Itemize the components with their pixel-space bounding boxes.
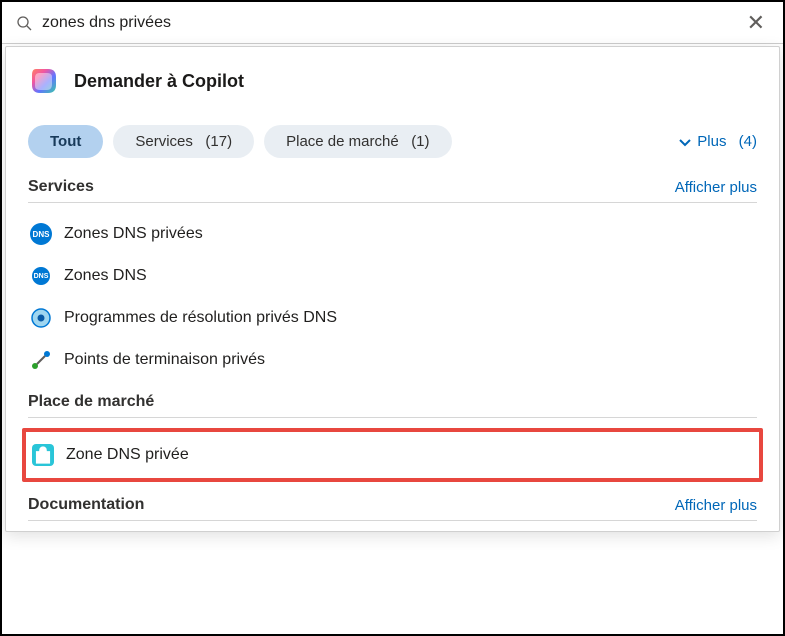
tab-marketplace-label: Place de marché [286,133,399,150]
service-item-dns-resolvers[interactable]: Programmes de résolution privés DNS [28,297,757,339]
tab-services-count: (17) [205,133,232,150]
tab-marketplace-count: (1) [411,133,429,150]
dns-icon: DNS [30,265,52,287]
filter-tabs: Tout Services (17) Place de marché (1) P… [6,111,779,166]
section-marketplace: Place de marché Zone DNS privée [6,381,779,482]
search-results-panel: Demander à Copilot Tout Services (17) Pl… [5,46,780,532]
tab-all[interactable]: Tout [28,125,103,158]
highlighted-result: Zone DNS privée [22,428,763,482]
section-services-header: Services Afficher plus [28,178,757,203]
search-bar: ✕ [2,2,783,44]
section-documentation-header: Documentation Afficher plus [28,496,757,521]
tabs-more-count: (4) [739,133,757,150]
service-item-private-endpoints[interactable]: Points de terminaison privés [28,339,757,381]
section-documentation-title: Documentation [28,496,144,514]
section-services-title: Services [28,178,94,196]
resolver-icon [30,307,52,329]
section-services: Services Afficher plus DNS Zones DNS pri… [6,166,779,381]
service-item-private-dns-zones[interactable]: DNS Zones DNS privées [28,213,757,255]
service-item-label: Programmes de résolution privés DNS [64,309,337,327]
section-documentation: Documentation Afficher plus [6,484,779,531]
tab-marketplace[interactable]: Place de marché (1) [264,125,451,158]
tabs-more[interactable]: Plus (4) [677,133,757,150]
service-item-dns-zones[interactable]: DNS Zones DNS [28,255,757,297]
section-marketplace-title: Place de marché [28,393,154,411]
service-item-label: Zones DNS privées [64,225,203,243]
tab-all-label: Tout [50,133,81,150]
endpoint-icon [30,349,52,371]
marketplace-item-private-dns-zone[interactable]: Zone DNS privée [30,436,755,474]
copilot-icon [28,65,60,97]
marketplace-icon [32,444,54,466]
service-item-label: Points de terminaison privés [64,351,265,369]
section-marketplace-header: Place de marché [28,393,757,418]
tab-services[interactable]: Services (17) [113,125,254,158]
section-documentation-showmore[interactable]: Afficher plus [675,497,757,514]
search-icon [16,15,32,31]
ask-copilot-label: Demander à Copilot [74,71,244,92]
dns-icon: DNS [30,223,52,245]
service-item-label: Zones DNS [64,267,147,285]
search-input[interactable] [32,14,743,32]
ask-copilot-row[interactable]: Demander à Copilot [6,47,779,111]
tabs-more-label: Plus [697,133,726,150]
chevron-down-icon [677,134,693,150]
marketplace-item-label: Zone DNS privée [66,446,189,464]
clear-icon[interactable]: ✕ [743,12,769,34]
section-services-showmore[interactable]: Afficher plus [675,179,757,196]
tab-services-label: Services [135,133,193,150]
